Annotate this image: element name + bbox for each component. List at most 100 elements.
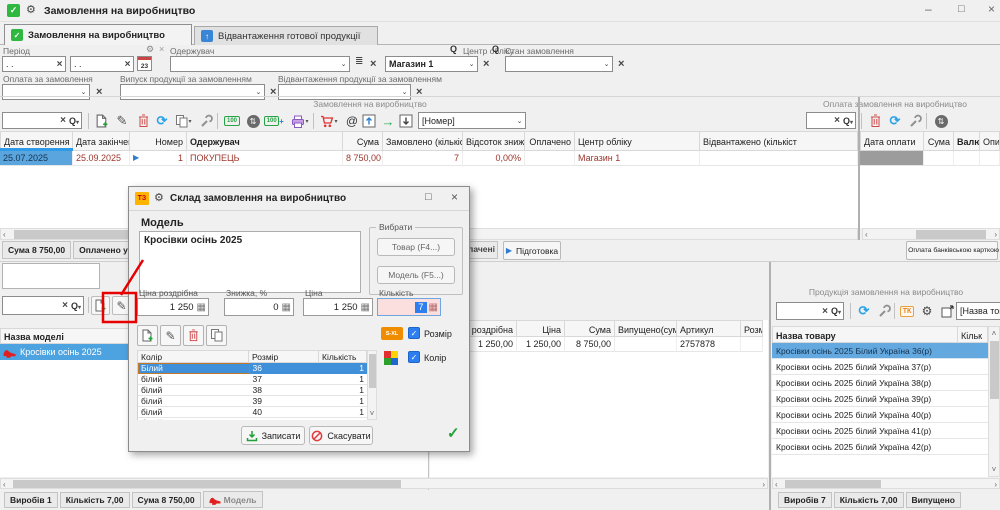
list-item[interactable]: Кросівки осінь 2025 білий Україна 42(р) [772,439,988,455]
table-row[interactable]: білий 39 1 [138,396,367,407]
orders-post-new-button[interactable]: 100 + [263,112,285,130]
payment-settings-button[interactable] [906,112,924,130]
release-filter-select[interactable]: ⌄ [120,84,265,100]
variant-copy-button[interactable] [206,325,227,346]
calculator-icon[interactable]: ▦ [361,302,372,313]
table-row[interactable]: білий 37 1 [138,374,367,385]
select-model-button[interactable]: Модель (F5...) [377,266,455,284]
calculator-icon[interactable]: ▦ [197,302,208,313]
discount-input[interactable]: 0 ▦ [224,298,294,316]
tab-orders[interactable]: ✓ Замовлення на виробництво [4,24,192,45]
models-filter-box[interactable] [2,263,100,289]
variant-delete-button[interactable] [183,325,204,346]
variants-vscrollbar[interactable]: ˅ [367,350,377,420]
price-input[interactable]: 1 250 ▦ [303,298,373,316]
prepare-button[interactable]: ▶ Підготовка [503,241,561,260]
minimize-button[interactable]: – [925,2,932,16]
orders-edit-button[interactable]: ✎ [113,112,131,130]
state-clear-icon[interactable]: × [618,57,624,71]
orders-refresh-button[interactable]: ⟳ [153,112,171,130]
payment-search-clear-icon[interactable]: × [834,115,840,126]
window-gear-icon[interactable]: ⚙ [26,3,36,16]
list-item[interactable]: Кросівки осінь 2025 білий Україна 38(р) [772,375,988,391]
dialog-gear-icon[interactable]: ⚙ [154,191,164,204]
period-settings-icon[interactable]: ⚙ [146,44,154,55]
list-item[interactable]: Кросівки осінь 2025 білий Україна 41(р) [772,423,988,439]
close-button[interactable]: × [988,2,995,16]
orders-unpost-button[interactable]: ⇅ [244,112,262,130]
center-select[interactable]: Магазин 1 ⌄ [385,56,478,72]
select-product-button[interactable]: Товар (F4...) [377,238,455,256]
models-search-icon[interactable]: Q▾ [71,301,81,311]
center-search-icon[interactable]: Q [492,44,499,54]
orders-email-button[interactable]: @ [343,112,361,130]
dialog-maximize-button[interactable]: □ [425,191,432,203]
calculator-icon[interactable]: ▦ [427,302,440,313]
orders-settings-button[interactable] [197,112,215,130]
variant-edit-button[interactable]: ✎ [160,325,181,346]
orders-search-clear-icon[interactable]: × [60,115,66,126]
dialog-close-button[interactable]: × [451,190,458,204]
center-clear-icon[interactable]: × [483,57,489,71]
payment-search-box[interactable]: × Q▾ [806,112,856,129]
orders-add-button[interactable] [93,112,111,130]
size-checkbox[interactable]: ✓ [408,327,420,339]
date-from-input[interactable]: . . × [2,56,66,72]
table-row[interactable]: білий 40 1 [138,407,367,418]
retail-price-input[interactable]: 1 250 ▦ [137,298,209,316]
date-to-input[interactable]: . . × [70,56,134,72]
models-add-button[interactable] [91,296,110,315]
products-search-clear-icon[interactable]: × [822,306,828,317]
orders-delete-button[interactable] [134,112,152,130]
orders-print-button[interactable]: ▾ [288,112,312,130]
orders-search-box[interactable]: × Q▾ [2,112,82,129]
orders-search-icon[interactable]: Q▾ [69,116,79,126]
list-item[interactable]: Кросівки осінь 2025 білий Україна 39(р) [772,391,988,407]
receiver-list-icon[interactable]: ≣ [355,56,363,67]
products-refresh-button[interactable]: ⟳ [855,302,873,320]
table-row[interactable]: Білий 36 1 [138,363,367,374]
payment-unpost-button[interactable]: ⇅ [932,112,950,130]
date-to-clear-icon[interactable]: × [122,59,133,70]
payment-hscrollbar[interactable]: ‹ › [862,228,1000,240]
payment-row[interactable] [860,151,1000,166]
period-clear-icon[interactable]: × [159,44,164,54]
products-generate-button[interactable]: ⚙ [918,302,936,320]
orders-cart-button[interactable]: ▾ [317,112,341,130]
number-filter-select[interactable]: [Номер] ⌄ [418,112,526,129]
date-from-clear-icon[interactable]: × [54,59,65,70]
orders-post-doc-button[interactable]: 100 [222,112,242,130]
orders-export-button[interactable] [360,112,378,130]
models-search-clear-icon[interactable]: × [62,300,68,311]
receiver-search-icon[interactable]: Q [450,44,457,54]
orders-forward-button[interactable]: → [379,112,397,130]
model-textarea[interactable]: Кросівки осінь 2025 [139,231,361,293]
calculator-icon[interactable]: ▦ [282,302,293,313]
dialog-title-bar[interactable]: ТЗ ⚙ Склад замовлення на виробництво □ × [129,187,469,211]
payment-refresh-button[interactable]: ⟳ [886,112,904,130]
receiver-select[interactable]: ⌄ [170,56,350,72]
save-button[interactable]: Записати [241,426,305,445]
list-item[interactable]: Кросівки осінь 2025 Білий Україна 36(р) [772,343,988,359]
products-search-box[interactable]: × Q▾ [776,302,844,320]
orders-import-button[interactable] [397,112,415,130]
table-row[interactable]: білий 38 1 [138,385,367,396]
cancel-button[interactable]: Скасувати [309,426,373,445]
products-vscrollbar[interactable]: ˄ ˅ [988,326,1000,477]
list-item[interactable]: Кросівки осінь 2025 білий Україна 37(р) [772,359,988,375]
state-select[interactable]: ⌄ [505,56,613,72]
shipment-filter-select[interactable]: ⌄ [278,84,411,100]
products-search-icon[interactable]: Q▾ [831,306,841,316]
payment-delete-button[interactable] [866,112,884,130]
models-search-box[interactable]: × Q▾ [2,296,84,315]
products-tk-button[interactable]: ТК [898,302,916,320]
products-settings-button[interactable] [875,302,893,320]
orders-copy-button[interactable]: ▾ [173,112,195,130]
orders-row[interactable]: 25.07.2025 25.09.2025 ▶ 1 ПОКУПЕЦЬ 8 750… [0,151,858,166]
list-item[interactable]: Кросівки осінь 2025 білий Україна 40(р) [772,407,988,423]
maximize-button[interactable]: □ [958,3,965,15]
table-row[interactable]: білий411 [138,418,367,420]
products-hscrollbar[interactable]: ‹ › [772,478,1000,489]
color-checkbox[interactable]: ✓ [408,351,420,363]
payment-search-icon[interactable]: Q▾ [843,116,853,126]
